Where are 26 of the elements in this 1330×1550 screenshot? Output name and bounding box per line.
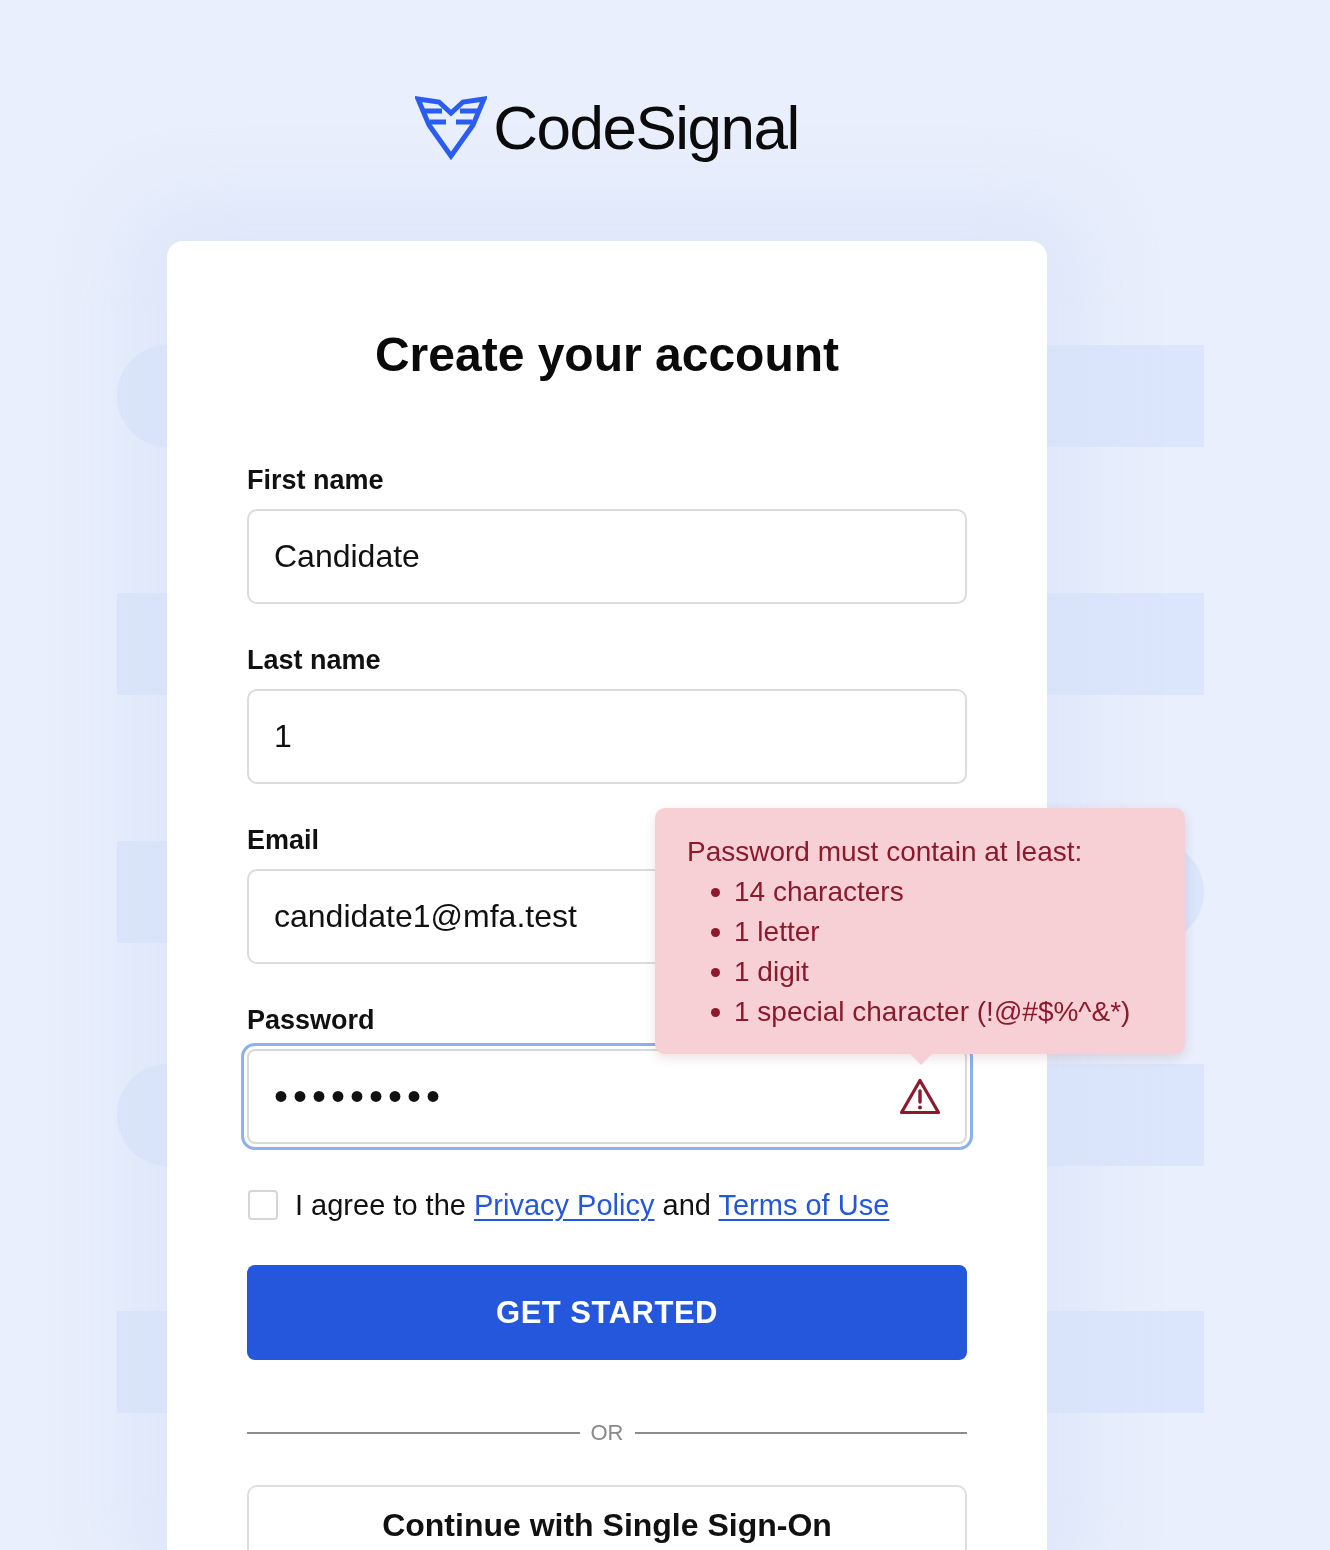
warning-icon: [899, 1078, 941, 1115]
requirement-text: 14 characters: [734, 875, 904, 909]
agreement-link[interactable]: Terms of Use: [718, 1189, 890, 1221]
logo-icon: [415, 96, 488, 160]
checkbox[interactable]: [248, 1190, 278, 1220]
field-label: First name: [247, 464, 384, 497]
get-started-button[interactable]: GET STARTED: [247, 1265, 967, 1360]
divider-label: OR: [590, 1419, 624, 1447]
field-label: Last name: [247, 644, 381, 677]
text-field[interactable]: 1: [247, 689, 967, 784]
tooltip-heading: Password must contain at least:: [687, 835, 1084, 869]
brand-name: CodeSignal: [493, 92, 799, 164]
field-label: Password: [247, 1004, 375, 1037]
agreement-text: I agree to the Privacy Policy and Terms of Use: [295, 1188, 890, 1223]
bullet-icon: [711, 927, 720, 937]
sso-button[interactable]: Continue with Single Sign-On: [247, 1485, 967, 1550]
page-title: Create your account: [373, 327, 841, 383]
bullet-icon: [711, 887, 720, 897]
requirement-text: 1 special character (!@#$%^&*): [734, 995, 1131, 1029]
agreement-link[interactable]: Privacy Policy: [473, 1189, 655, 1221]
bullet-icon: [711, 1007, 720, 1017]
bullet-icon: [711, 967, 720, 977]
field-label: Email: [247, 824, 320, 857]
password-field[interactable]: •••••••••: [241, 1043, 973, 1150]
text-field[interactable]: Candidate: [247, 509, 967, 604]
requirement-text: 1 letter: [734, 915, 820, 949]
